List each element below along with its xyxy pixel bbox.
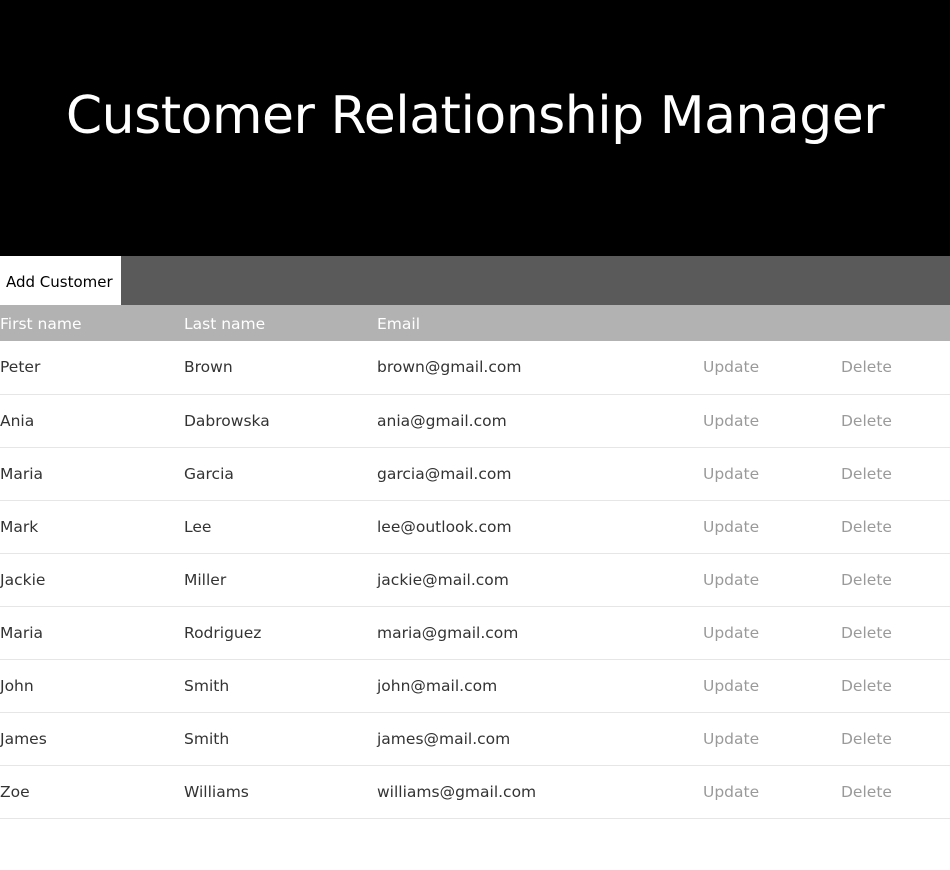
delete-link[interactable]: Delete xyxy=(841,606,950,659)
update-link[interactable]: Update xyxy=(703,765,841,818)
customer-table: First name Last name Email Peter Brown bro… xyxy=(0,305,950,819)
email-cell: williams@gmail.com xyxy=(377,782,537,801)
email-cell: lee@outlook.com xyxy=(377,517,512,536)
first-name-cell: Maria xyxy=(0,464,44,483)
toolbar: Add Customer xyxy=(0,256,950,305)
column-header-first-name: First name xyxy=(0,314,82,333)
update-link[interactable]: Update xyxy=(703,394,841,447)
table-row: Maria Garcia garcia@mail.com Update Delete xyxy=(0,447,950,500)
delete-link[interactable]: Delete xyxy=(841,341,950,394)
table-row: Maria Rodriguez maria@gmail.com Update Delet… xyxy=(0,606,950,659)
first-name-cell: James xyxy=(0,729,47,748)
page-title: Customer Relationship Manager xyxy=(65,86,885,146)
first-name-cell: John xyxy=(0,676,34,695)
table-row: Peter Brown brown@gmail.com Update Delete xyxy=(0,341,950,394)
last-name-cell: Smith xyxy=(184,676,230,695)
update-link[interactable]: Update xyxy=(703,712,841,765)
last-name-cell: Smith xyxy=(184,729,230,748)
email-cell: james@mail.com xyxy=(377,729,511,748)
page-header: Customer Relationship Manager xyxy=(0,0,950,256)
add-customer-button[interactable]: Add Customer xyxy=(0,256,121,305)
delete-link[interactable]: Delete xyxy=(841,659,950,712)
last-name-cell: Miller xyxy=(184,570,227,589)
table-row: John Smith john@mail.com Update Delete xyxy=(0,659,950,712)
update-link[interactable]: Update xyxy=(703,341,841,394)
last-name-cell: Brown xyxy=(184,358,233,377)
delete-link[interactable]: Delete xyxy=(841,553,950,606)
delete-link[interactable]: Delete xyxy=(841,712,950,765)
email-cell: garcia@mail.com xyxy=(377,464,512,483)
last-name-cell: Dabrowska xyxy=(184,411,270,430)
last-name-cell: Williams xyxy=(184,782,249,801)
column-header-last-name: Last name xyxy=(184,314,266,333)
first-name-cell: Jackie xyxy=(0,570,46,589)
last-name-cell: Rodriguez xyxy=(184,623,262,642)
first-name-cell: Maria xyxy=(0,623,44,642)
email-cell: brown@gmail.com xyxy=(377,358,522,377)
delete-link[interactable]: Delete xyxy=(841,500,950,553)
table-row: James Smith james@mail.com Update Delete xyxy=(0,712,950,765)
delete-link[interactable]: Delete xyxy=(841,394,950,447)
last-name-cell: Garcia xyxy=(184,464,234,483)
update-link[interactable]: Update xyxy=(703,659,841,712)
table-row: Zoe Williams williams@gmail.com Update Delet… xyxy=(0,765,950,818)
first-name-cell: Peter xyxy=(0,358,41,377)
column-header-delete xyxy=(841,305,950,341)
delete-link[interactable]: Delete xyxy=(841,447,950,500)
email-cell: ania@gmail.com xyxy=(377,411,507,430)
update-link[interactable]: Update xyxy=(703,553,841,606)
table-row: Jackie Miller jackie@mail.com Update Delete xyxy=(0,553,950,606)
update-link[interactable]: Update xyxy=(703,500,841,553)
table-row: Ania Dabrowska ania@gmail.com Update Delete xyxy=(0,394,950,447)
email-cell: john@mail.com xyxy=(377,676,498,695)
first-name-cell: Zoe xyxy=(0,782,30,801)
update-link[interactable]: Update xyxy=(703,606,841,659)
email-cell: maria@gmail.com xyxy=(377,623,519,642)
table-body: Peter Brown brown@gmail.com Update Delete Ani… xyxy=(0,341,950,818)
column-header-email: Email xyxy=(377,314,421,333)
last-name-cell: Lee xyxy=(184,517,212,536)
delete-link[interactable]: Delete xyxy=(841,765,950,818)
column-header-update xyxy=(703,305,841,341)
table-header-row: First name Last name Email xyxy=(0,305,950,341)
email-cell: jackie@mail.com xyxy=(377,570,509,589)
first-name-cell: Ania xyxy=(0,411,35,430)
update-link[interactable]: Update xyxy=(703,447,841,500)
first-name-cell: Mark xyxy=(0,517,39,536)
table-row: Mark Lee lee@outlook.com Update Delete xyxy=(0,500,950,553)
